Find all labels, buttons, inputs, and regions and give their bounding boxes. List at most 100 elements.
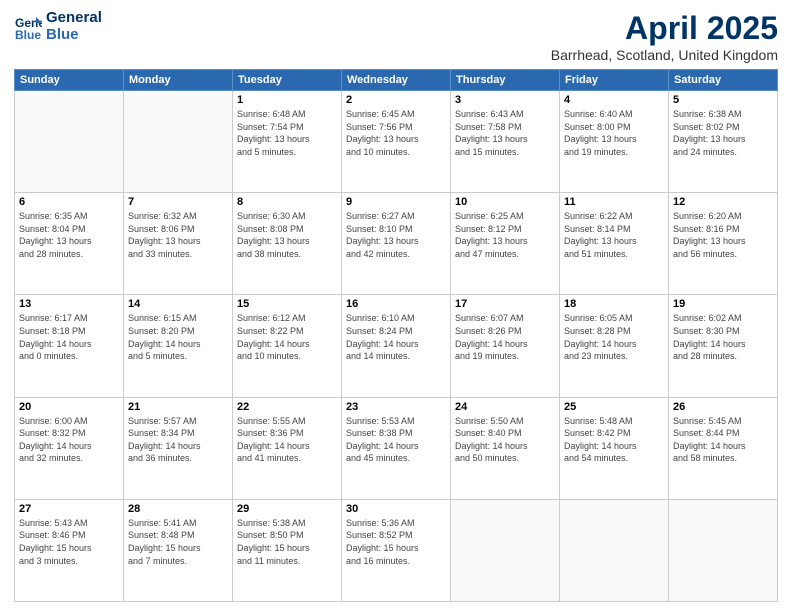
main-title: April 2025 [551,10,778,47]
calendar-day-header: Saturday [669,70,778,91]
day-number: 26 [673,401,773,413]
subtitle: Barrhead, Scotland, United Kingdom [551,47,778,63]
day-number: 18 [564,298,664,310]
day-number: 8 [237,196,337,208]
day-number: 9 [346,196,446,208]
calendar-cell: 5Sunrise: 6:38 AM Sunset: 8:02 PM Daylig… [669,91,778,193]
calendar-cell: 24 Sunrise: 5:50 AM Sunset: 8:40 PM Dayli… [451,397,560,499]
calendar-cell [451,499,560,601]
calendar-week-row: 13 Sunrise: 6:17 AM Sunset: 8:18 PM Dayli… [15,295,778,397]
day-info: Sunrise: 5:57 AM Sunset: 8:34 PM Dayligh… [128,415,228,465]
day-info: Sunrise: 5:50 AM Sunset: 8:40 PM Dayligh… [455,415,555,465]
calendar-cell: 23 Sunrise: 5:53 AM Sunset: 8:38 PM Dayli… [342,397,451,499]
day-number: 10 [455,196,555,208]
day-info: Sunrise: 5:36 AM Sunset: 8:52 PM Dayligh… [346,517,446,567]
day-number: 13 [19,298,119,310]
logo: General Blue General Blue [14,10,102,43]
calendar-cell: 6Sunrise: 6:35 AM Sunset: 8:04 PM Daylig… [15,193,124,295]
calendar-cell: 8 Sunrise: 6:30 AM Sunset: 8:08 PM Daylig… [233,193,342,295]
day-number: 21 [128,401,228,413]
calendar-cell [124,91,233,193]
day-number: 11 [564,196,664,208]
day-info: Sunrise: 6:07 AM Sunset: 8:26 PM Dayligh… [455,312,555,362]
calendar-cell: 22Sunrise: 5:55 AM Sunset: 8:36 PM Dayli… [233,397,342,499]
logo-line1: General [46,10,102,27]
day-info: Sunrise: 6:17 AM Sunset: 8:18 PM Dayligh… [19,312,119,362]
calendar-cell: 25Sunrise: 5:48 AM Sunset: 8:42 PM Dayli… [560,397,669,499]
day-number: 28 [128,503,228,515]
calendar-cell [560,499,669,601]
calendar-header-row: SundayMondayTuesdayWednesdayThursdayFrid… [15,70,778,91]
calendar-cell: 20 Sunrise: 6:00 AM Sunset: 8:32 PM Dayli… [15,397,124,499]
day-info: Sunrise: 6:40 AM Sunset: 8:00 PM Dayligh… [564,108,664,158]
calendar-cell: 15Sunrise: 6:12 AM Sunset: 8:22 PM Dayli… [233,295,342,397]
logo-text-block: General Blue [46,10,102,43]
day-info: Sunrise: 6:30 AM Sunset: 8:08 PM Dayligh… [237,210,337,260]
calendar-cell: 14 Sunrise: 6:15 AM Sunset: 8:20 PM Dayli… [124,295,233,397]
day-number: 16 [346,298,446,310]
calendar-cell: 21 Sunrise: 5:57 AM Sunset: 8:34 PM Dayli… [124,397,233,499]
calendar-cell: 28 Sunrise: 5:41 AM Sunset: 8:48 PM Dayli… [124,499,233,601]
calendar-day-header: Thursday [451,70,560,91]
calendar-day-header: Friday [560,70,669,91]
day-info: Sunrise: 6:48 AM Sunset: 7:54 PM Dayligh… [237,108,337,158]
calendar-day-header: Sunday [15,70,124,91]
calendar-cell: 4Sunrise: 6:40 AM Sunset: 8:00 PM Daylig… [560,91,669,193]
day-info: Sunrise: 5:53 AM Sunset: 8:38 PM Dayligh… [346,415,446,465]
calendar-cell [15,91,124,193]
calendar-day-header: Tuesday [233,70,342,91]
svg-text:Blue: Blue [15,28,41,41]
day-number: 15 [237,298,337,310]
calendar-cell: 16 Sunrise: 6:10 AM Sunset: 8:24 PM Dayli… [342,295,451,397]
day-info: Sunrise: 5:41 AM Sunset: 8:48 PM Dayligh… [128,517,228,567]
day-number: 1 [237,94,337,106]
calendar-cell: 7Sunrise: 6:32 AM Sunset: 8:06 PM Daylig… [124,193,233,295]
day-number: 19 [673,298,773,310]
day-info: Sunrise: 5:43 AM Sunset: 8:46 PM Dayligh… [19,517,119,567]
day-number: 12 [673,196,773,208]
calendar-week-row: 1 Sunrise: 6:48 AM Sunset: 7:54 PM Daylig… [15,91,778,193]
calendar-cell [669,499,778,601]
day-info: Sunrise: 6:27 AM Sunset: 8:10 PM Dayligh… [346,210,446,260]
header: General Blue General Blue April 2025 Bar… [14,10,778,63]
day-info: Sunrise: 5:38 AM Sunset: 8:50 PM Dayligh… [237,517,337,567]
calendar-cell: 17 Sunrise: 6:07 AM Sunset: 8:26 PM Dayli… [451,295,560,397]
day-number: 7 [128,196,228,208]
day-info: Sunrise: 6:00 AM Sunset: 8:32 PM Dayligh… [19,415,119,465]
day-number: 17 [455,298,555,310]
day-number: 6 [19,196,119,208]
day-number: 24 [455,401,555,413]
day-info: Sunrise: 6:38 AM Sunset: 8:02 PM Dayligh… [673,108,773,158]
calendar-cell: 1 Sunrise: 6:48 AM Sunset: 7:54 PM Daylig… [233,91,342,193]
day-number: 2 [346,94,446,106]
day-number: 20 [19,401,119,413]
calendar-cell: 11Sunrise: 6:22 AM Sunset: 8:14 PM Dayli… [560,193,669,295]
day-number: 29 [237,503,337,515]
day-info: Sunrise: 6:10 AM Sunset: 8:24 PM Dayligh… [346,312,446,362]
calendar-week-row: 20 Sunrise: 6:00 AM Sunset: 8:32 PM Dayli… [15,397,778,499]
day-info: Sunrise: 6:02 AM Sunset: 8:30 PM Dayligh… [673,312,773,362]
day-info: Sunrise: 6:20 AM Sunset: 8:16 PM Dayligh… [673,210,773,260]
logo-line2: Blue [46,27,102,44]
title-area: April 2025 Barrhead, Scotland, United Ki… [551,10,778,63]
calendar: SundayMondayTuesdayWednesdayThursdayFrid… [14,69,778,602]
calendar-cell: 26 Sunrise: 5:45 AM Sunset: 8:44 PM Dayli… [669,397,778,499]
calendar-week-row: 6Sunrise: 6:35 AM Sunset: 8:04 PM Daylig… [15,193,778,295]
day-info: Sunrise: 6:15 AM Sunset: 8:20 PM Dayligh… [128,312,228,362]
calendar-cell: 18 Sunrise: 6:05 AM Sunset: 8:28 PM Dayli… [560,295,669,397]
day-info: Sunrise: 5:55 AM Sunset: 8:36 PM Dayligh… [237,415,337,465]
day-info: Sunrise: 6:43 AM Sunset: 7:58 PM Dayligh… [455,108,555,158]
day-info: Sunrise: 5:45 AM Sunset: 8:44 PM Dayligh… [673,415,773,465]
day-number: 14 [128,298,228,310]
calendar-cell: 29 Sunrise: 5:38 AM Sunset: 8:50 PM Dayli… [233,499,342,601]
page: General Blue General Blue April 2025 Bar… [0,0,792,612]
calendar-cell: 10Sunrise: 6:25 AM Sunset: 8:12 PM Dayli… [451,193,560,295]
calendar-cell: 12 Sunrise: 6:20 AM Sunset: 8:16 PM Dayli… [669,193,778,295]
day-number: 25 [564,401,664,413]
day-info: Sunrise: 6:05 AM Sunset: 8:28 PM Dayligh… [564,312,664,362]
day-info: Sunrise: 6:45 AM Sunset: 7:56 PM Dayligh… [346,108,446,158]
calendar-day-header: Monday [124,70,233,91]
day-number: 23 [346,401,446,413]
day-number: 27 [19,503,119,515]
calendar-cell: 13 Sunrise: 6:17 AM Sunset: 8:18 PM Dayli… [15,295,124,397]
